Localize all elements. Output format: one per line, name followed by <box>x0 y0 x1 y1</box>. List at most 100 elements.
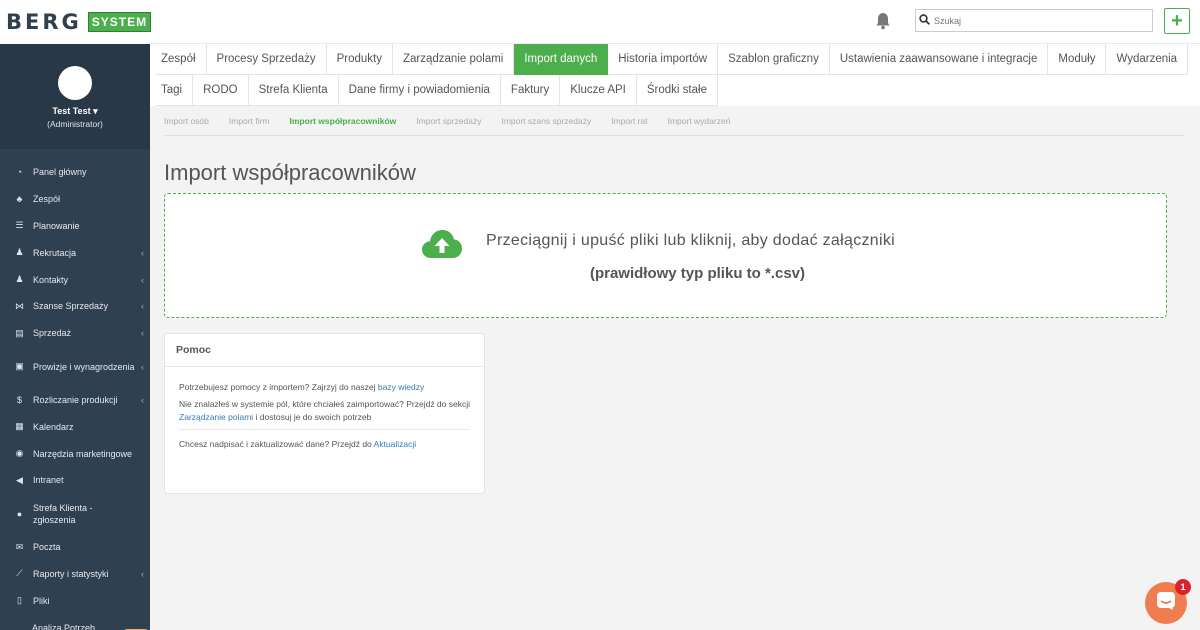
sidebar-icon: ✉ <box>15 541 24 552</box>
sidebar-item-label: Raporty i statystyki <box>33 568 109 579</box>
sidebar-item-planowanie[interactable]: ☰ Planowanie <box>0 213 150 240</box>
sidebar-item-label: Rekrutacja <box>33 247 77 258</box>
tab-import-danych[interactable]: Import danych <box>514 44 609 75</box>
sidebar-icon: ♣ <box>16 194 23 205</box>
sidebar-item-raporty-i-statystyki[interactable]: ⟋ Raporty i statystyki ‹ <box>0 561 150 588</box>
sidebar-item-analiza-potrzeb-klienta[interactable]: ☑Analiza Potrzeb KlientaBETA‹ <box>0 614 150 630</box>
cloud-upload-icon <box>421 228 463 260</box>
sidebar-item-prowizje-i-wynagrodzenia[interactable]: ▣ Prowizje i wynagrodzenia ‹ <box>0 347 150 387</box>
sidebar-icon: ◉ <box>15 448 24 459</box>
sidebar-nav: ◔ Panel główny ♣ Zespół ☰ Planowanie ♟ Rekrutac… <box>0 149 150 630</box>
help-text: Nie znalazłeś w systemie pól, które chci… <box>179 399 471 410</box>
sidebar-item-kalendarz[interactable]: ▦ Kalendarz <box>0 413 150 440</box>
sidebar-icon: ▣ <box>15 361 24 372</box>
update-link[interactable]: Aktualizacji <box>374 439 417 449</box>
logo[interactable]: BERG SYSTEM <box>0 0 152 44</box>
avatar[interactable] <box>58 66 92 100</box>
sidebar-item-szanse-sprzedaży[interactable]: ⋈ Szanse Sprzedaży ‹ <box>0 293 150 320</box>
top-bar: BERG SYSTEM + <box>0 0 1200 44</box>
tab-historia-importów[interactable]: Historia importów <box>608 44 719 75</box>
sidebar-icon: ◀ <box>16 474 23 485</box>
sidebar-item-label: Planowanie <box>33 220 80 231</box>
sidebar-item-poczta[interactable]: ✉ Poczta <box>0 534 150 561</box>
tab-środki-stałe[interactable]: Środki stałe <box>636 75 718 106</box>
sidebar-item-label: Analiza Potrzeb Klienta <box>31 623 96 630</box>
tab-szablon-graficzny[interactable]: Szablon graficzny <box>718 44 830 75</box>
chevron-left-icon: ‹ <box>141 328 144 339</box>
dropzone-text: Przeciągnij i upuść pliki lub kliknij, a… <box>486 232 895 249</box>
chevron-left-icon: ‹ <box>141 361 144 372</box>
tab-row-1: Zespół Procesy Sprzedaży Produkty Zarządzan… <box>156 44 1189 75</box>
search-box[interactable] <box>915 9 1153 32</box>
help-panel: Pomoc Potrzebujesz pomocy z importem? Za… <box>164 333 485 494</box>
sidebar-item-panel-główny[interactable]: ◔ Panel główny <box>0 159 150 186</box>
sidebar-item-strefa-klienta-zgłoszenia[interactable]: ● Strefa Klienta - zgłoszenia <box>0 494 150 534</box>
help-line-knowledge: Potrzebujesz pomocy z importem? Zajrzyj … <box>179 381 470 394</box>
sidebar-item-label: Zespół <box>33 194 61 205</box>
sidebar-icon: ⋈ <box>15 300 24 311</box>
tab-klucze-api[interactable]: Klucze API <box>560 75 637 106</box>
dropzone-filetype: (prawidłowy typ pliku to *.csv) <box>589 265 806 282</box>
sidebar-icon: ⟋ <box>16 568 23 579</box>
file-dropzone[interactable]: Przeciągnij i upuść pliki lub kliknij, a… <box>164 193 1167 318</box>
field-management-link[interactable]: Zarządzanie polami <box>179 412 253 422</box>
help-line-fields: Nie znalazłeś w systemie pól, które chci… <box>179 398 470 424</box>
sidebar-item-label: Strefa Klienta - zgłoszenia <box>33 502 93 525</box>
help-text: Potrzebujesz pomocy z importem? Zajrzyj … <box>179 382 378 392</box>
tab-rodo[interactable]: RODO <box>193 75 249 106</box>
sidebar: Test Test ▾ (Administrator) ◔ Panel główn… <box>0 44 150 630</box>
logo-badge: SYSTEM <box>87 12 152 32</box>
tab-procesy-sprzedaży[interactable]: Procesy Sprzedaży <box>206 44 327 75</box>
chat-icon <box>1156 591 1176 616</box>
sidebar-icon: ♟ <box>15 247 24 258</box>
knowledge-base-link[interactable]: bazy wiedzy <box>378 382 424 392</box>
subtab-import-wydarzeń[interactable]: Import wydarzeń <box>668 116 731 126</box>
tab-strefa-klienta[interactable]: Strefa Klienta <box>248 75 339 106</box>
profile-name[interactable]: Test Test ▾ <box>0 106 150 117</box>
tab-produkty[interactable]: Produkty <box>326 44 393 75</box>
chat-badge: 1 <box>1175 579 1191 595</box>
sidebar-icon: $ <box>16 394 22 405</box>
sidebar-item-label: Szanse Sprzedaży <box>33 301 109 312</box>
settings-tabs: Zespół Procesy Sprzedaży Produkty Zarządzan… <box>150 44 1200 106</box>
help-body: Potrzebujesz pomocy z importem? Zajrzyj … <box>165 367 484 451</box>
sidebar-item-rekrutacja[interactable]: ♟ Rekrutacja ‹ <box>0 239 150 266</box>
tab-dane-firmy-i-powiadomienia[interactable]: Dane firmy i powiadomienia <box>338 75 501 106</box>
tab-zespół[interactable]: Zespół <box>156 44 207 75</box>
sidebar-item-label: Pliki <box>33 595 50 606</box>
sidebar-item-sprzedaż[interactable]: ▤ Sprzedaż ‹ <box>0 320 150 347</box>
sidebar-item-kontakty[interactable]: ♟ Kontakty ‹ <box>0 266 150 293</box>
sidebar-item-intranet[interactable]: ◀ Intranet <box>0 467 150 494</box>
tab-wydarzenia[interactable]: Wydarzenia <box>1106 44 1189 75</box>
chevron-left-icon: ‹ <box>141 568 144 579</box>
tab-ustawienia-zaawansowane-i-integracje[interactable]: Ustawienia zaawansowane i integracje <box>829 44 1049 75</box>
help-line-update: Chcesz nadpisać i zaktualizować dane? Pr… <box>179 438 470 451</box>
chevron-left-icon: ‹ <box>141 247 144 258</box>
subtab-import-sprzedaży[interactable]: Import sprzedaży <box>416 116 481 126</box>
subtab-import-firm[interactable]: Import firm <box>229 116 270 126</box>
chevron-left-icon: ‹ <box>141 274 144 285</box>
bell-icon[interactable] <box>876 12 890 30</box>
subtab-import-współpracowników[interactable]: Import współpracowników <box>290 116 397 126</box>
sidebar-item-label: Intranet <box>33 475 64 486</box>
tab-faktury[interactable]: Faktury <box>500 75 561 106</box>
subtab-import-szans-sprzedaży[interactable]: Import szans sprzedaży <box>501 116 591 126</box>
sidebar-item-label: Panel główny <box>33 167 87 178</box>
subtab-import-rat[interactable]: Import rat <box>611 116 647 126</box>
sidebar-icon: ☰ <box>15 220 24 231</box>
tab-zarządzanie-polami[interactable]: Zarządzanie polami <box>393 44 515 75</box>
tab-moduły[interactable]: Moduły <box>1048 44 1107 75</box>
sidebar-item-pliki[interactable]: ▯ Pliki <box>0 587 150 614</box>
sidebar-item-rozliczanie-produkcji[interactable]: $ Rozliczanie produkcji ‹ <box>0 387 150 414</box>
sidebar-item-zespół[interactable]: ♣ Zespół <box>0 186 150 213</box>
sidebar-item-label: Kontakty <box>33 274 69 285</box>
add-button[interactable]: + <box>1164 8 1190 34</box>
sidebar-item-narzędzia-marketingowe[interactable]: ◉ Narzędzia marketingowe <box>0 440 150 467</box>
tab-tagi[interactable]: Tagi <box>156 75 194 106</box>
logo-text: BERG <box>6 10 82 34</box>
chevron-left-icon: ‹ <box>141 394 144 405</box>
subtab-import-osób[interactable]: Import osób <box>164 116 209 126</box>
search-input[interactable] <box>934 15 1134 26</box>
help-text: Chcesz nadpisać i zaktualizować dane? Pr… <box>179 438 374 449</box>
tab-row-2: Tagi RODO Strefa Klienta Dane firmy i powia… <box>156 75 718 106</box>
